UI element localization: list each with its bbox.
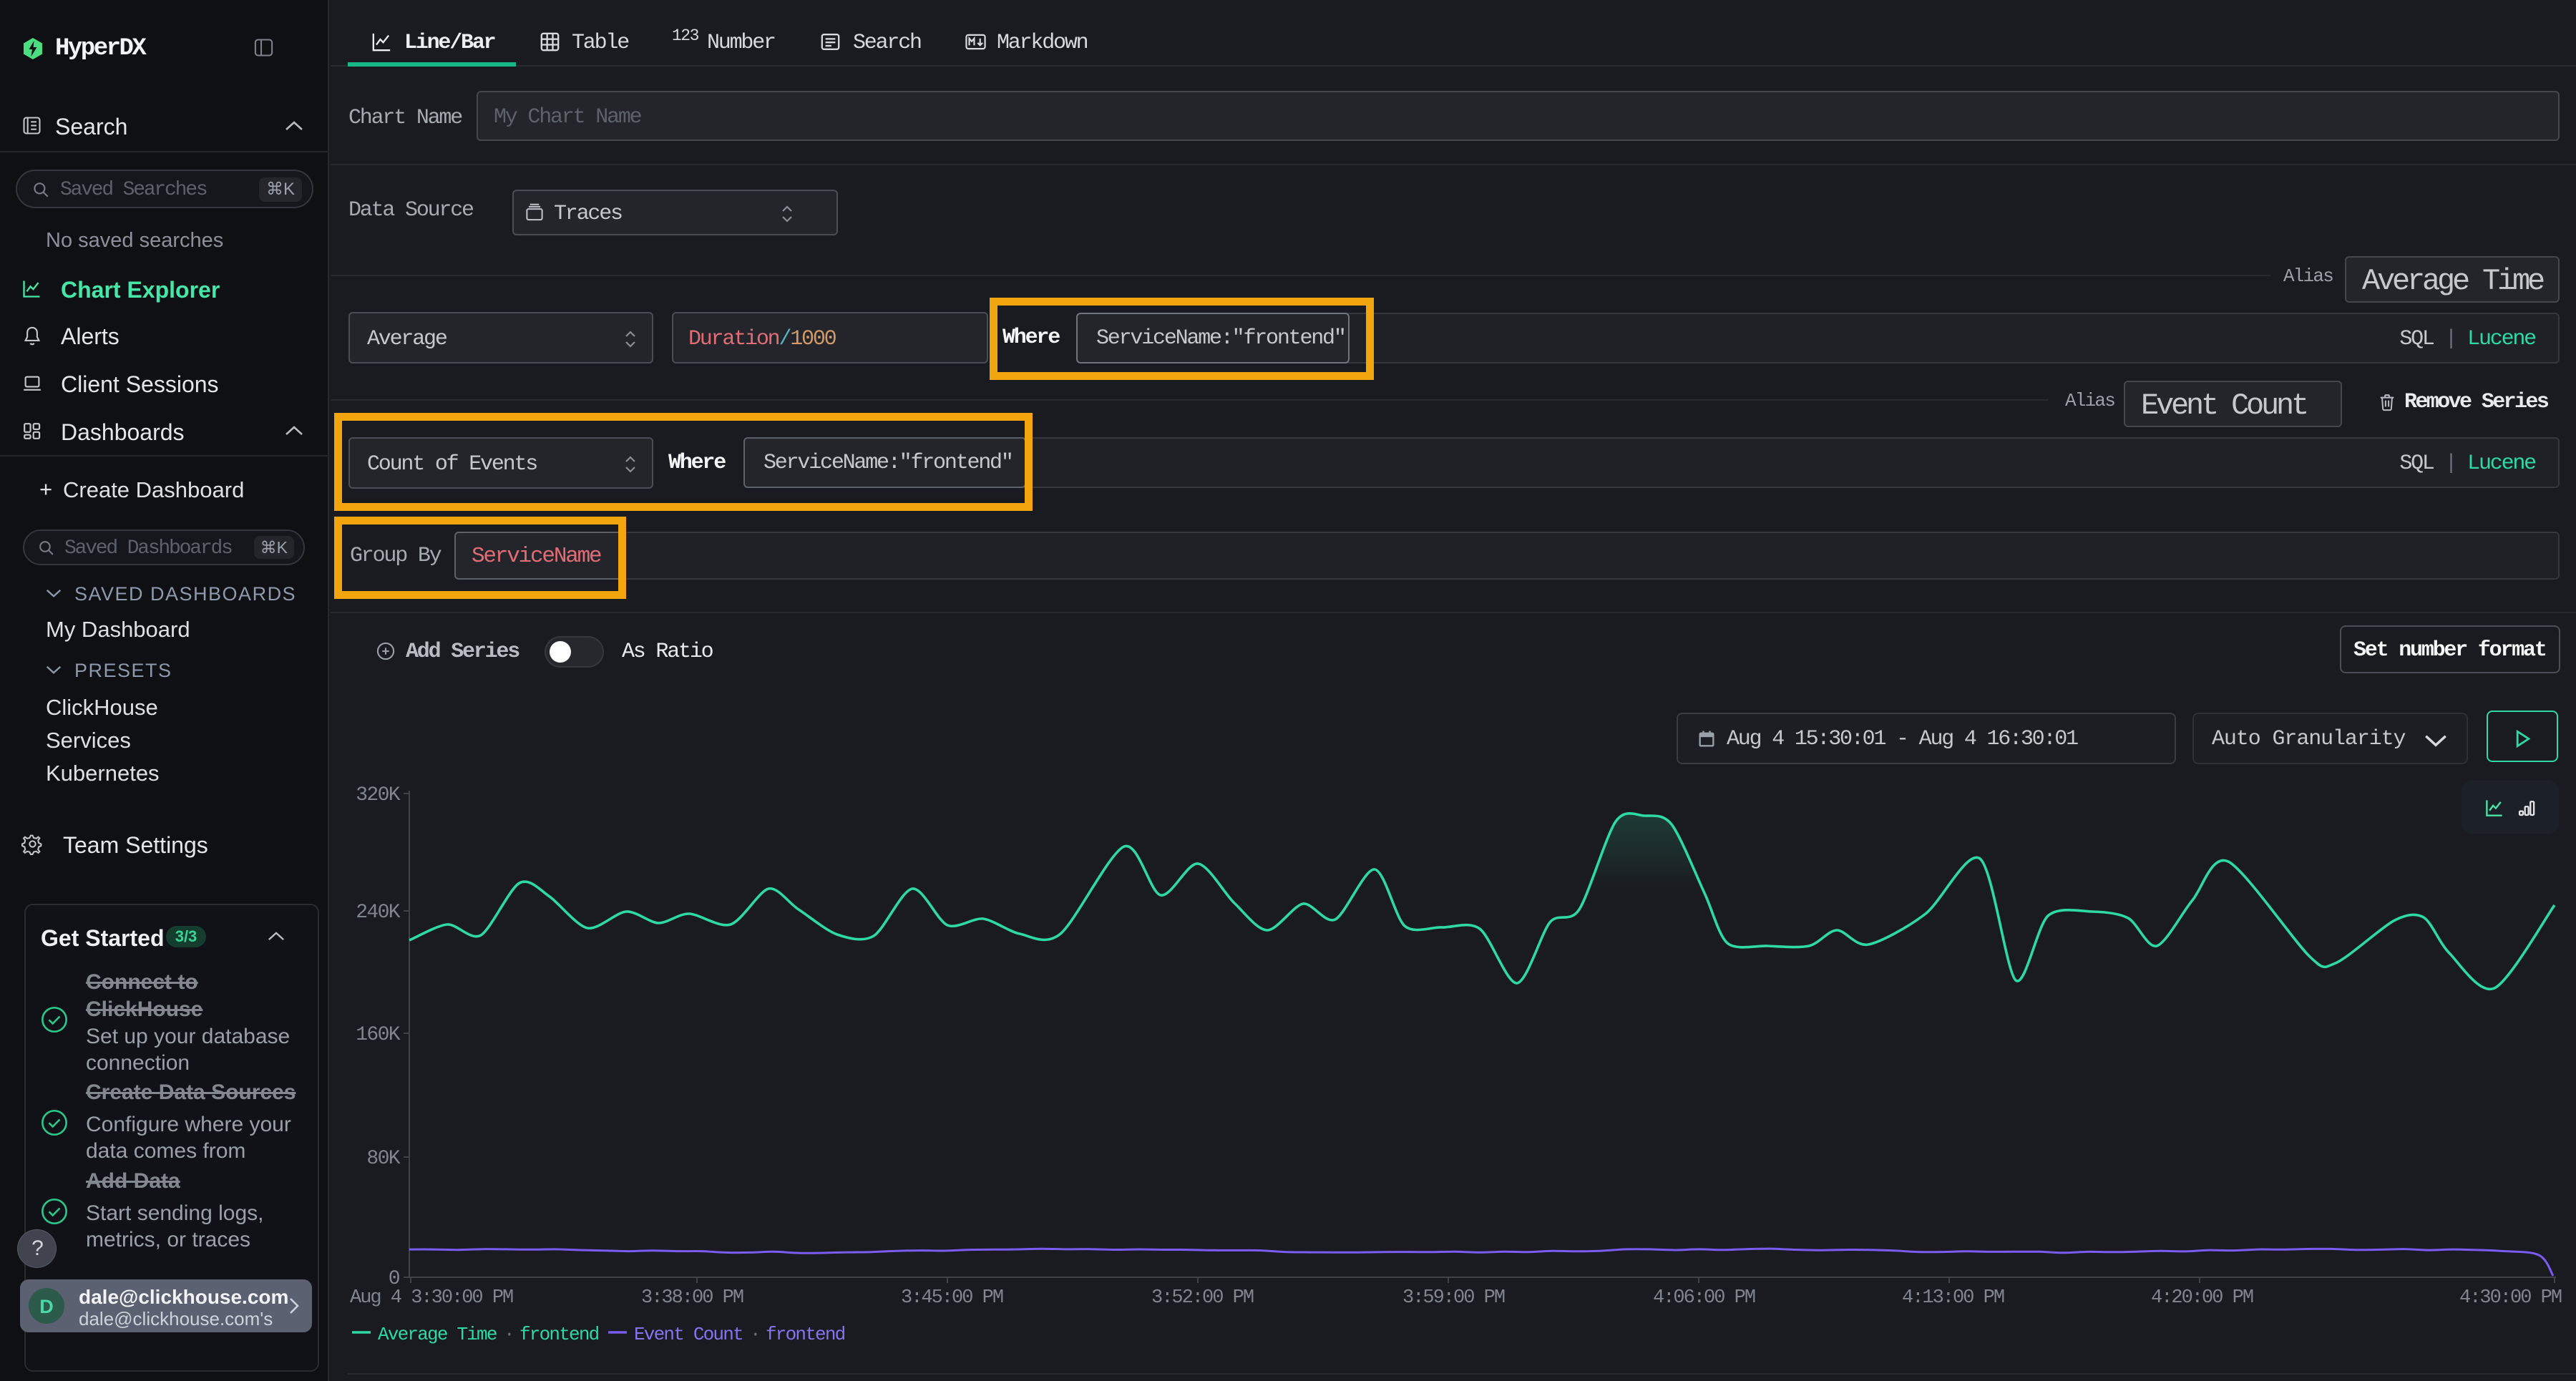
svg-text:·: · xyxy=(504,1324,514,1345)
svg-text:·: · xyxy=(750,1324,760,1345)
svg-text:3:45:00 PM: 3:45:00 PM xyxy=(901,1287,1003,1309)
svg-text:frontend: frontend xyxy=(519,1324,599,1345)
svg-text:3:52:00 PM: 3:52:00 PM xyxy=(1151,1287,1254,1309)
svg-text:frontend: frontend xyxy=(766,1324,845,1345)
svg-text:4:30:00 PM: 4:30:00 PM xyxy=(2459,1287,2562,1309)
svg-text:4:06:00 PM: 4:06:00 PM xyxy=(1653,1287,1755,1309)
svg-text:Average Time: Average Time xyxy=(378,1324,497,1345)
svg-text:3:38:00 PM: 3:38:00 PM xyxy=(641,1287,743,1309)
svg-text:240K: 240K xyxy=(356,902,401,924)
svg-text:Aug 4 3:30:00 PM: Aug 4 3:30:00 PM xyxy=(350,1287,513,1309)
svg-text:Event Count: Event Count xyxy=(634,1324,743,1345)
svg-text:80K: 80K xyxy=(366,1148,400,1170)
svg-text:4:13:00 PM: 4:13:00 PM xyxy=(1902,1287,2004,1309)
svg-text:3:59:00 PM: 3:59:00 PM xyxy=(1402,1287,1505,1309)
svg-text:4:20:00 PM: 4:20:00 PM xyxy=(2151,1287,2253,1309)
svg-text:320K: 320K xyxy=(356,784,401,806)
svg-text:160K: 160K xyxy=(356,1024,401,1046)
